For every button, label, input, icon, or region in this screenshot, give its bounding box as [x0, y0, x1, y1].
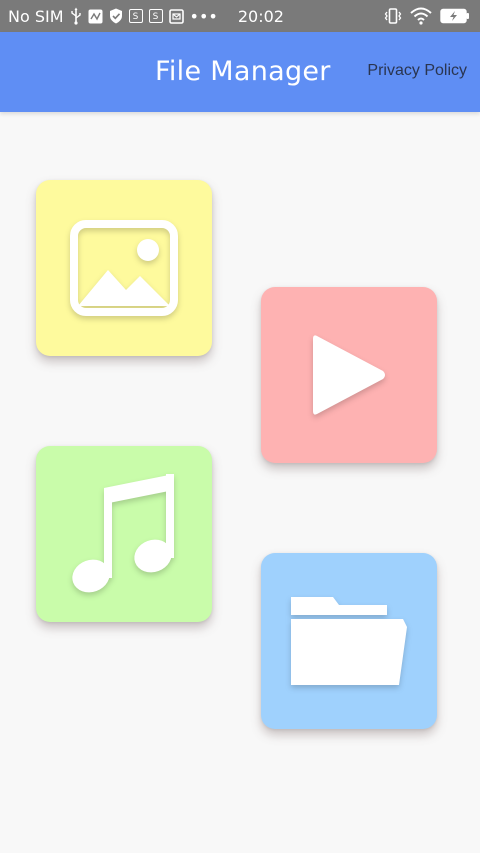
s-app-icon: S [148, 0, 163, 32]
wifi-icon [410, 0, 432, 32]
status-right-group [384, 0, 470, 32]
usb-icon [70, 0, 82, 32]
carrier-label: No SIM [8, 6, 64, 26]
s-app-icon: S [128, 0, 143, 32]
app-title: File Manager [155, 56, 331, 87]
images-tile[interactable] [36, 180, 212, 356]
music-note-icon [72, 474, 174, 593]
notification-box-icon [88, 0, 103, 32]
shield-icon [109, 0, 123, 32]
more-dots-icon: ••• [189, 6, 218, 26]
status-bar: No SIM S S ••• 20:02 [0, 0, 480, 32]
app-bar: File Manager Privacy Policy [0, 32, 480, 112]
play-icon [313, 335, 385, 415]
vibrate-icon [384, 0, 402, 32]
folder-icon [291, 597, 407, 685]
image-icon [70, 220, 178, 316]
status-clock: 20:02 [237, 6, 284, 26]
music-tile[interactable] [36, 446, 212, 622]
privacy-policy-link[interactable]: Privacy Policy [367, 62, 467, 80]
files-tile[interactable] [261, 553, 437, 729]
status-left-group: No SIM S S ••• 20:02 [8, 0, 284, 32]
videos-tile[interactable] [261, 287, 437, 463]
battery-charging-icon [440, 0, 470, 32]
s-app-label: S [148, 9, 163, 23]
s-app-label: S [128, 9, 143, 23]
mail-box-icon [168, 0, 184, 32]
